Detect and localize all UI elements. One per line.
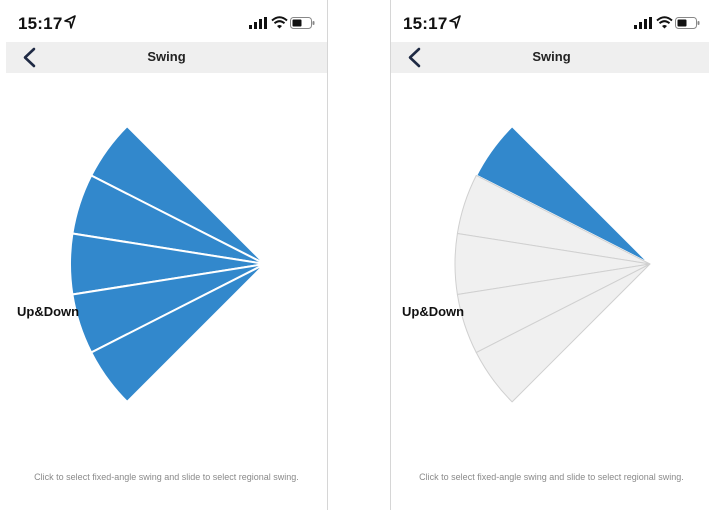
hint-text: Click to select fixed-angle swing and sl… bbox=[419, 472, 684, 482]
swing-screen-single-selected: 15:17 Swing Up&Down Click to select fixe… bbox=[391, 0, 709, 510]
up-down-label: Up&Down bbox=[17, 304, 80, 319]
hint-text: Click to select fixed-angle swing and sl… bbox=[34, 472, 299, 482]
divider bbox=[327, 0, 328, 510]
swing-screen-all-selected: 15:17 Swing Up&Down Click to select fixe… bbox=[6, 0, 327, 510]
swing-fan[interactable] bbox=[6, 0, 327, 510]
swing-fan[interactable] bbox=[391, 0, 709, 510]
up-down-label: Up&Down bbox=[402, 304, 465, 319]
